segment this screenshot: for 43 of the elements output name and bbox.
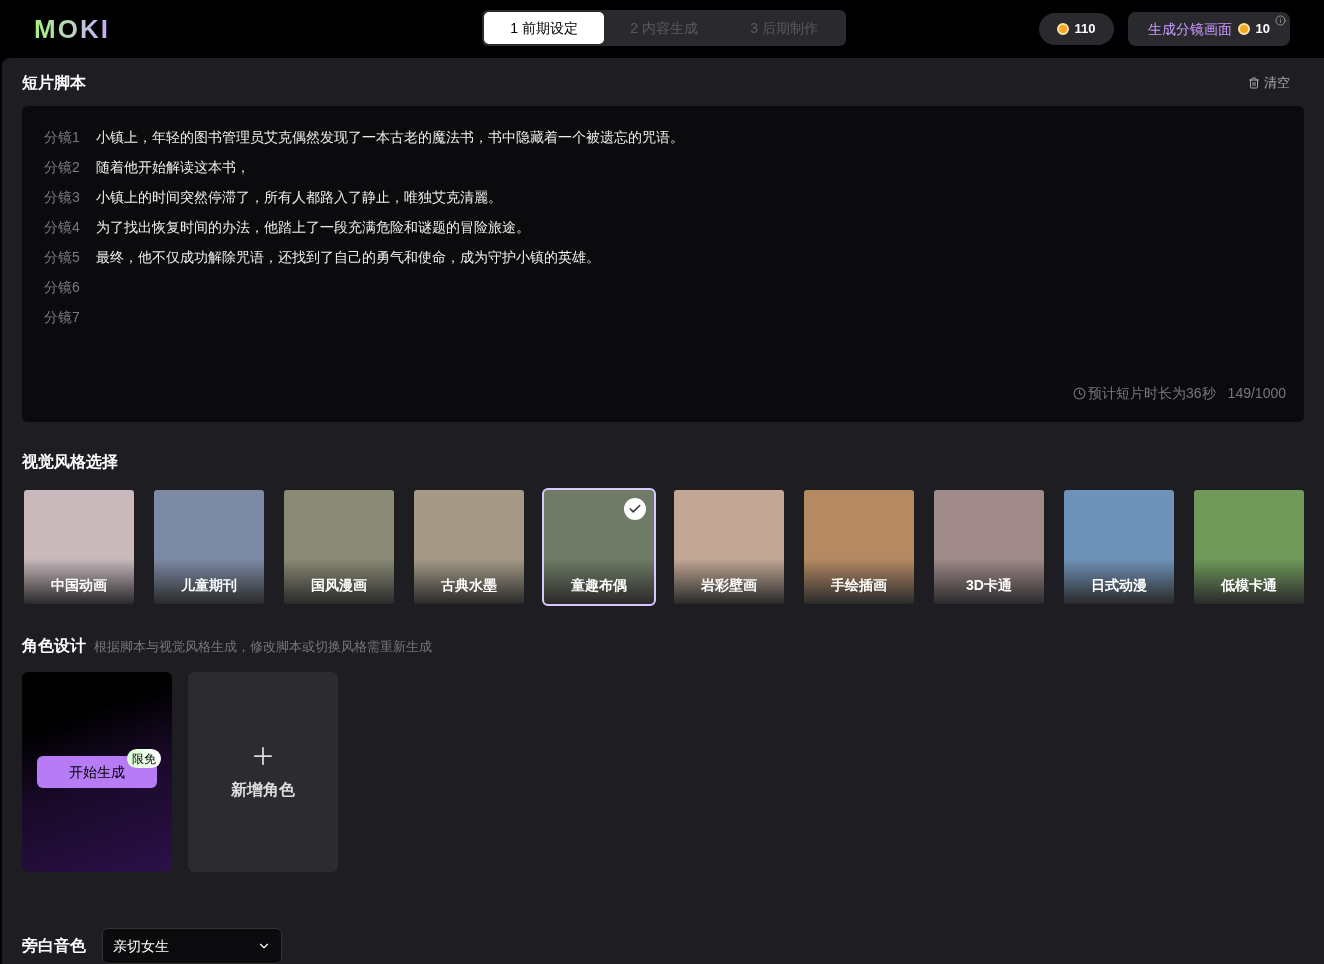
section-title: 旁白音色 bbox=[22, 936, 86, 956]
free-badge: 限免 bbox=[127, 749, 161, 768]
shot-label: 分镜1 bbox=[44, 127, 81, 147]
section-title: 视觉风格选择 bbox=[22, 452, 119, 472]
script-editor[interactable] bbox=[22, 106, 1304, 422]
shot-label: 分镜5 bbox=[44, 247, 81, 267]
shot-text: 小镇上，年轻的图书管理员艾克偶然发现了一本古老的魔法书，书中隐藏着一个被遗忘的咒语。 bbox=[96, 127, 684, 147]
style-card[interactable]: 儿童期刊 bbox=[154, 490, 264, 604]
style-card[interactable]: 国风漫画 bbox=[284, 490, 394, 604]
duration-estimate: 预计短片时长为36秒 bbox=[1088, 384, 1216, 403]
add-character-button[interactable]: 新增角色 bbox=[188, 672, 338, 872]
section-title: 角色设计 bbox=[22, 636, 86, 656]
clock-icon bbox=[1073, 387, 1086, 400]
shot-text: 最终，他不仅成功解除咒语，还找到了自己的勇气和使命，成为守护小镇的英雄。 bbox=[96, 247, 600, 267]
shot-label: 分镜7 bbox=[44, 307, 81, 327]
shot-text: 为了找出恢复时间的办法，他踏上了一段充满危险和谜题的冒险旅途。 bbox=[96, 217, 530, 237]
info-icon bbox=[1275, 15, 1286, 26]
section-title: 短片脚本 bbox=[22, 73, 86, 93]
shot-label: 分镜4 bbox=[44, 217, 81, 237]
clear-button[interactable]: 清空 bbox=[1248, 73, 1290, 93]
shot-text: 小镇上的时间突然停滞了，所有人都路入了静止，唯独艾克清麗。 bbox=[96, 187, 502, 207]
section-hint: 根据脚本与视觉风格生成，修改脚本或切换风格需重新生成 bbox=[94, 638, 432, 656]
shot-label: 分镜3 bbox=[44, 187, 81, 207]
style-card[interactable]: 古典水墨 bbox=[414, 490, 524, 604]
style-card[interactable]: 中国动画 bbox=[24, 490, 134, 604]
coin-count: 110 bbox=[1074, 20, 1096, 39]
coin-icon bbox=[1056, 23, 1069, 35]
check-icon bbox=[624, 498, 646, 520]
style-card[interactable]: 低模卡通 bbox=[1194, 490, 1304, 604]
style-card[interactable]: 日式动漫 bbox=[1064, 490, 1174, 604]
style-card[interactable]: 童趣布偶 bbox=[542, 488, 656, 606]
generate-button[interactable]: 生成分镜画面 10 bbox=[1127, 12, 1290, 46]
char-count: 149/1000 bbox=[1227, 384, 1286, 403]
style-card[interactable]: 3D卡通 bbox=[934, 490, 1044, 604]
style-card[interactable]: 岩彩壁画 bbox=[674, 490, 784, 604]
style-card[interactable]: 手绘插画 bbox=[804, 490, 914, 604]
shot-text: 随着他开始解读这本书， bbox=[96, 157, 250, 177]
trash-icon bbox=[1248, 77, 1260, 89]
step-tab[interactable]: 1 前期设定 bbox=[484, 12, 604, 44]
voice-dropdown[interactable]: 亲切女生 bbox=[102, 928, 282, 964]
shot-label: 分镜6 bbox=[44, 277, 81, 297]
shot-label: 分镜2 bbox=[44, 157, 81, 177]
coin-icon bbox=[1237, 23, 1250, 35]
